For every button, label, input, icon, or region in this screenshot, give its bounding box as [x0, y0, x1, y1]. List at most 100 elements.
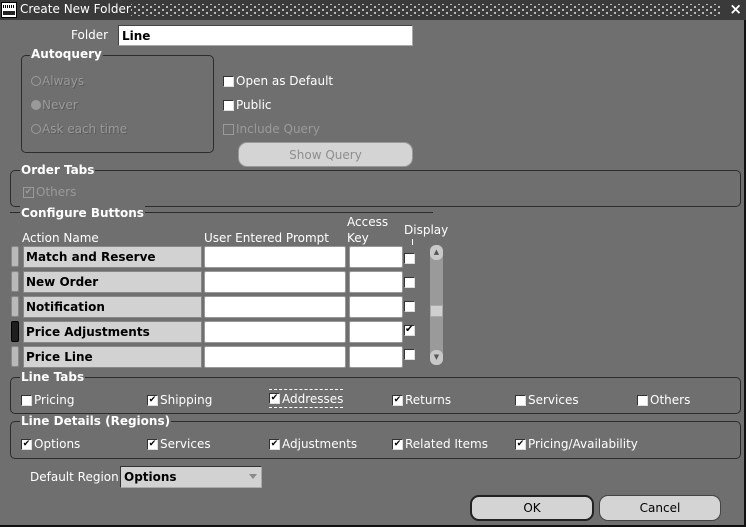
display-column-tick — [412, 239, 413, 245]
folder-input[interactable]: Line — [118, 25, 413, 46]
oracle-app-icon — [1, 2, 17, 18]
window-title: Create New Folder — [20, 2, 131, 16]
action-name-cell[interactable]: Match and Reserve — [23, 246, 202, 268]
line-detail-related-items-label: Related Items — [405, 437, 488, 451]
checkbox-icon — [515, 394, 526, 406]
line-detail-options-label: Options — [34, 437, 81, 451]
access-key-input[interactable] — [349, 321, 403, 343]
checkbox-checked-icon — [23, 186, 34, 198]
order-tabs-group — [10, 170, 741, 207]
access-key-input[interactable] — [349, 296, 403, 318]
title-bar-grip[interactable] — [131, 4, 720, 16]
checkbox-icon — [223, 123, 234, 135]
open-as-default-label: Open as Default — [236, 74, 334, 88]
row-indicator[interactable] — [11, 346, 19, 367]
line-tab-returns-checkbox[interactable]: Returns — [392, 393, 451, 407]
folder-label: Folder — [71, 28, 109, 42]
line-tab-addresses-checkbox[interactable]: Addresses — [269, 389, 344, 408]
prompt-input[interactable] — [204, 321, 346, 343]
ok-button[interactable]: OK — [470, 495, 594, 521]
access-key-input[interactable] — [349, 271, 403, 293]
default-region-select[interactable]: Options — [120, 466, 262, 488]
open-as-default-checkbox[interactable]: Open as Default — [223, 74, 333, 88]
default-region-label: Default Region — [30, 470, 119, 484]
vertical-scrollbar[interactable]: ▲ ▼ — [430, 245, 443, 365]
checkbox-icon — [21, 394, 32, 406]
access-key-input[interactable] — [349, 346, 403, 368]
line-detail-pricing-availability-label: Pricing/Availability — [528, 437, 638, 451]
checkbox-checked-icon — [147, 394, 158, 406]
prompt-input[interactable] — [204, 296, 346, 318]
line-tab-shipping-label: Shipping — [160, 393, 213, 407]
line-tab-addresses-label: Addresses — [282, 391, 344, 406]
prompt-input[interactable] — [204, 346, 346, 368]
scroll-up-icon[interactable]: ▲ — [430, 245, 443, 260]
prompt-input[interactable] — [204, 246, 346, 268]
line-tab-others-checkbox[interactable]: Others — [637, 393, 690, 407]
action-name-cell[interactable]: New Order — [23, 271, 202, 293]
radio-always[interactable]: Always — [31, 74, 84, 88]
close-icon[interactable]: × — [729, 0, 742, 18]
line-details-title: Line Details (Regions) — [20, 414, 172, 428]
line-tab-pricing-label: Pricing — [34, 393, 75, 407]
display-checkbox[interactable] — [404, 301, 415, 312]
chevron-down-icon — [249, 474, 257, 479]
row-indicator-current[interactable] — [11, 321, 19, 342]
line-tab-returns-label: Returns — [405, 393, 452, 407]
cancel-button[interactable]: Cancel — [599, 495, 721, 521]
checkbox-checked-icon — [147, 438, 158, 450]
line-tab-services-checkbox[interactable]: Services — [515, 393, 579, 407]
prompt-input[interactable] — [204, 271, 346, 293]
line-tabs-title: Line Tabs — [20, 370, 86, 384]
include-query-label: Include Query — [236, 122, 320, 136]
public-checkbox[interactable]: Public — [223, 98, 272, 112]
line-detail-pricing-availability-checkbox[interactable]: Pricing/Availability — [515, 437, 638, 451]
display-checkbox-checked[interactable] — [404, 324, 415, 336]
checkbox-icon — [637, 394, 648, 406]
row-indicator[interactable] — [11, 246, 19, 267]
line-detail-adjustments-checkbox[interactable]: Adjustments — [269, 437, 357, 451]
checkbox-checked-icon — [392, 394, 403, 406]
radio-always-label: Always — [42, 74, 85, 88]
column-access-key-line2: Key — [347, 231, 369, 245]
line-tabs-group — [10, 377, 741, 414]
line-tab-pricing-checkbox[interactable]: Pricing — [21, 393, 74, 407]
scroll-thumb[interactable] — [430, 305, 443, 317]
order-tab-others-checkbox[interactable]: Others — [23, 185, 76, 199]
column-user-entered-prompt: User Entered Prompt — [204, 231, 329, 245]
checkbox-icon — [223, 75, 234, 87]
line-tab-services-label: Services — [528, 393, 579, 407]
title-bar[interactable]: Create New Folder × — [0, 0, 746, 20]
action-name-cell[interactable]: Notification — [23, 296, 202, 318]
show-query-button[interactable]: Show Query — [238, 142, 413, 167]
column-access-key-line1: Access — [347, 215, 389, 229]
column-action-name: Action Name — [22, 231, 99, 245]
action-name-cell[interactable]: Price Adjustments — [23, 321, 202, 343]
line-tab-shipping-checkbox[interactable]: Shipping — [147, 393, 212, 407]
display-checkbox[interactable] — [404, 349, 415, 360]
radio-never[interactable]: Never — [31, 98, 78, 112]
checkbox-checked-icon — [269, 393, 280, 404]
line-detail-services-label: Services — [160, 437, 211, 451]
radio-ask-label: Ask each time — [42, 122, 128, 136]
configure-buttons-title: Configure Buttons — [20, 206, 145, 220]
scroll-down-icon[interactable]: ▼ — [430, 350, 443, 365]
public-label: Public — [236, 98, 272, 112]
default-region-value: Options — [124, 470, 177, 484]
radio-ask-each-time[interactable]: Ask each time — [31, 122, 127, 136]
row-indicator[interactable] — [11, 271, 19, 292]
checkbox-checked-icon — [269, 438, 280, 450]
checkbox-checked-icon — [392, 438, 403, 450]
access-key-input[interactable] — [349, 246, 403, 268]
display-checkbox[interactable] — [404, 277, 415, 288]
line-detail-services-checkbox[interactable]: Services — [147, 437, 211, 451]
line-detail-options-checkbox[interactable]: Options — [21, 437, 80, 451]
line-detail-related-items-checkbox[interactable]: Related Items — [392, 437, 488, 451]
checkbox-checked-icon — [515, 438, 526, 450]
row-indicator[interactable] — [11, 296, 19, 317]
display-checkbox[interactable] — [404, 253, 415, 264]
include-query-checkbox[interactable]: Include Query — [223, 122, 320, 136]
order-tab-others-label: Others — [36, 185, 77, 199]
action-name-cell[interactable]: Price Line — [23, 346, 202, 368]
radio-icon — [31, 76, 41, 86]
